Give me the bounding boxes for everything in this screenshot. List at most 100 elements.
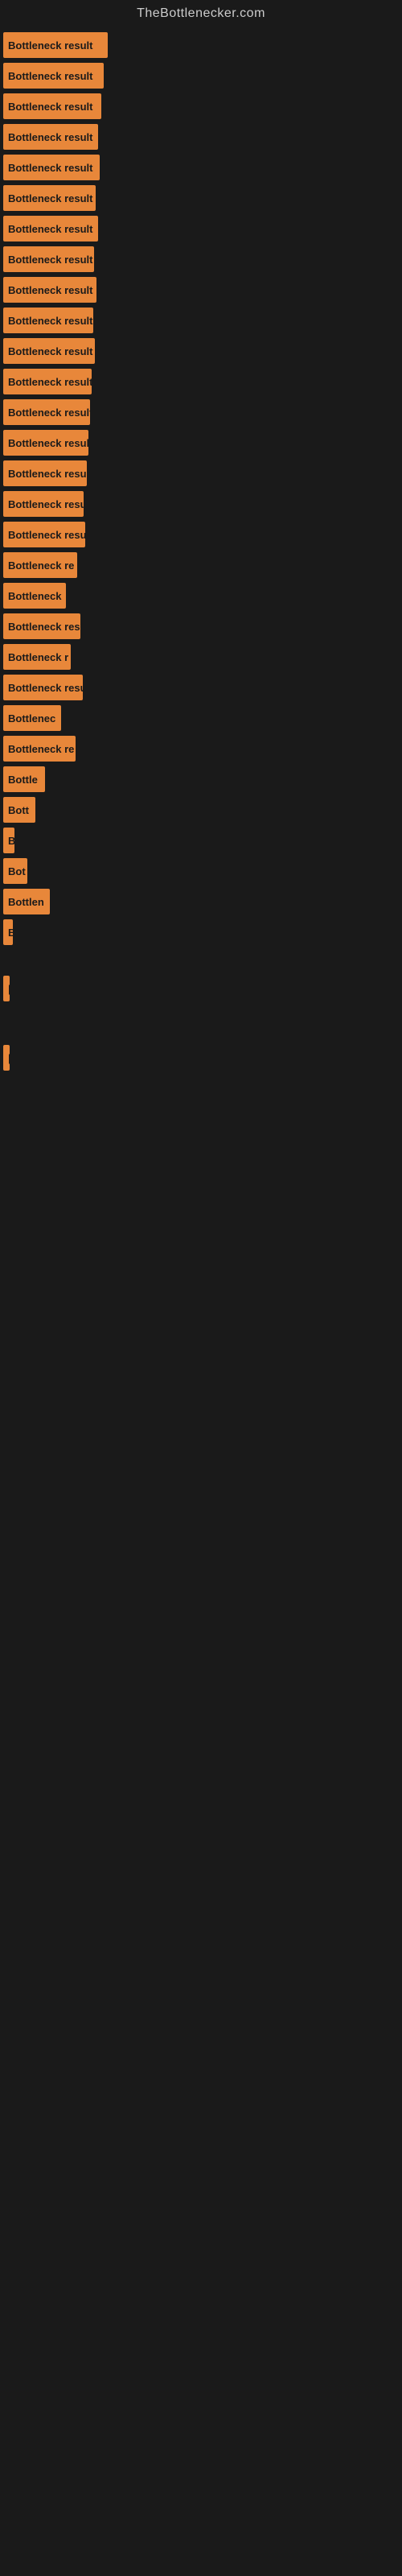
- bar-label: B: [8, 835, 14, 847]
- bottleneck-bar: Bottleneck result: [3, 522, 85, 547]
- bottleneck-bar: Bottleneck result: [3, 460, 87, 486]
- bar-row: [0, 1032, 402, 1040]
- bar-label: Bottleneck r: [8, 651, 68, 663]
- bar-row: Bottleneck result: [0, 216, 402, 242]
- bottleneck-bar: Bottleneck result: [3, 277, 96, 303]
- bar-label: Bottleneck result: [8, 39, 92, 52]
- bottleneck-bar: Bottleneck re: [3, 736, 76, 762]
- bar-row: Bottleneck result: [0, 124, 402, 150]
- bar-row: Bottleneck r: [0, 644, 402, 670]
- bar-row: |: [0, 1045, 402, 1071]
- bar-row: B: [0, 919, 402, 945]
- bottleneck-bar: Bot: [3, 858, 27, 884]
- bottleneck-bar: Bottleneck resu: [3, 675, 83, 700]
- bottleneck-bar: Bott: [3, 797, 35, 823]
- bottleneck-bar: |: [3, 976, 10, 1001]
- bar-row: Bottleneck result: [0, 308, 402, 333]
- bar-label: Bottlen: [8, 896, 44, 908]
- bar-row: Bottlen: [0, 889, 402, 914]
- bar-row: Bottleneck result: [0, 93, 402, 119]
- bar-row: Bottleneck re: [0, 736, 402, 762]
- bar-row: [0, 1019, 402, 1027]
- bar-row: Bottleneck result: [0, 369, 402, 394]
- bar-row: Bottleneck result: [0, 430, 402, 456]
- bar-row: [0, 950, 402, 958]
- bar-label: Bottleneck re: [8, 559, 74, 572]
- bottleneck-bar: Bottlenec: [3, 705, 61, 731]
- bar-label: Bottleneck re: [8, 743, 74, 755]
- bar-row: Bottleneck result: [0, 32, 402, 58]
- bar-label: Bottleneck result: [8, 254, 92, 266]
- bar-row: Bottleneck result: [0, 63, 402, 89]
- bottleneck-bar: Bottleneck result: [3, 63, 104, 89]
- bar-label: Bottleneck: [8, 590, 61, 602]
- bars-container: Bottleneck result Bottleneck result Bottle…: [0, 24, 402, 1071]
- bar-label: Bottlenec: [8, 712, 55, 724]
- bar-label: Bottleneck resu: [8, 498, 84, 510]
- bar-row: Bottleneck resu: [0, 491, 402, 517]
- bottleneck-bar: Bottleneck result: [3, 155, 100, 180]
- bar-row: Bottleneck result: [0, 185, 402, 211]
- bar-row: Bottleneck result: [0, 277, 402, 303]
- bottleneck-bar: Bottleneck result: [3, 32, 108, 58]
- bar-label: Bottleneck result: [8, 192, 92, 204]
- bar-label: Bottleneck result: [8, 162, 92, 174]
- bar-row: [0, 963, 402, 971]
- bar-label: Bottleneck result: [8, 376, 92, 388]
- bar-label: Bottleneck result: [8, 223, 92, 235]
- bar-label: Bottleneck result: [8, 101, 92, 113]
- bar-row: Bottleneck result: [0, 246, 402, 272]
- bar-row: B: [0, 828, 402, 853]
- bar-row: Bottleneck: [0, 583, 402, 609]
- bar-row: Bottleneck result: [0, 522, 402, 547]
- bottleneck-bar: Bottleneck result: [3, 369, 92, 394]
- bar-label: Bottleneck result: [8, 131, 92, 143]
- bar-label: Bottleneck res: [8, 621, 80, 633]
- bottleneck-bar: Bottleneck r: [3, 644, 71, 670]
- bar-row: Bottleneck result: [0, 399, 402, 425]
- bar-row: Bott: [0, 797, 402, 823]
- bottleneck-bar: Bottleneck re: [3, 552, 77, 578]
- bottleneck-bar: Bottleneck result: [3, 93, 101, 119]
- bar-row: [0, 1006, 402, 1014]
- bar-label: B: [8, 927, 13, 939]
- site-title: TheBottlenecker.com: [0, 0, 402, 24]
- bottleneck-bar: Bottleneck result: [3, 308, 93, 333]
- bottleneck-bar: Bottleneck result: [3, 430, 88, 456]
- bottleneck-bar: Bottleneck result: [3, 246, 94, 272]
- bottleneck-bar: Bottleneck result: [3, 185, 96, 211]
- bar-row: Bottleneck result: [0, 460, 402, 486]
- bar-label: Bot: [8, 865, 26, 877]
- bar-label: Bottleneck result: [8, 315, 92, 327]
- bar-label: |: [8, 1052, 10, 1064]
- bar-row: Bot: [0, 858, 402, 884]
- bar-label: Bottleneck result: [8, 468, 87, 480]
- bottleneck-bar: Bottleneck result: [3, 338, 95, 364]
- bottleneck-bar: Bottleneck result: [3, 399, 90, 425]
- bottleneck-bar: Bottlen: [3, 889, 50, 914]
- bar-row: Bottlenec: [0, 705, 402, 731]
- bottleneck-bar: Bottle: [3, 766, 45, 792]
- bar-row: Bottleneck result: [0, 338, 402, 364]
- bar-label: Bottleneck result: [8, 529, 85, 541]
- bar-row: Bottle: [0, 766, 402, 792]
- bar-label: Bottle: [8, 774, 38, 786]
- bar-row: Bottleneck resu: [0, 675, 402, 700]
- bottleneck-bar: Bottleneck resu: [3, 491, 84, 517]
- bottleneck-bar: Bottleneck res: [3, 613, 80, 639]
- bar-label: Bottleneck result: [8, 345, 92, 357]
- bottleneck-bar: Bottleneck result: [3, 124, 98, 150]
- bar-label: |: [8, 983, 10, 995]
- bar-label: Bottleneck result: [8, 407, 90, 419]
- bar-row: Bottleneck res: [0, 613, 402, 639]
- bar-label: Bott: [8, 804, 29, 816]
- bar-label: Bottleneck resu: [8, 682, 83, 694]
- bottleneck-bar: Bottleneck result: [3, 216, 98, 242]
- bottleneck-bar: B: [3, 828, 14, 853]
- bottleneck-bar: |: [3, 1045, 10, 1071]
- bar-label: Bottleneck result: [8, 70, 92, 82]
- bar-row: Bottleneck result: [0, 155, 402, 180]
- bar-row: Bottleneck re: [0, 552, 402, 578]
- bar-row: |: [0, 976, 402, 1001]
- bottleneck-bar: B: [3, 919, 13, 945]
